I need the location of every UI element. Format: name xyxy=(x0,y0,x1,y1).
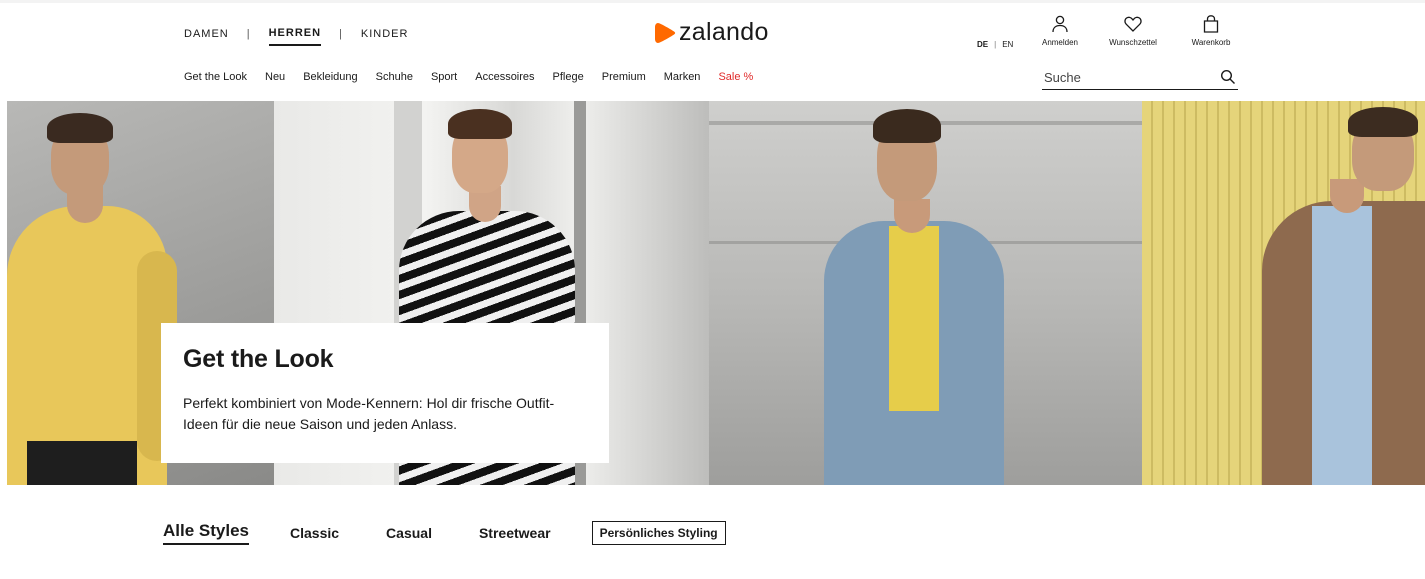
category-nav: Get the Look Neu Bekleidung Schuhe Sport… xyxy=(184,71,771,83)
search-icon[interactable] xyxy=(1220,69,1236,85)
logo-wordmark: zalando xyxy=(679,18,769,46)
zalando-logo-mark xyxy=(655,22,676,43)
tab-alle-styles[interactable]: Alle Styles xyxy=(163,521,249,545)
cart-label: Warenkorb xyxy=(1191,38,1231,47)
nav-item-neu[interactable]: Neu xyxy=(265,71,285,83)
nav-item-schuhe[interactable]: Schuhe xyxy=(376,71,413,83)
gender-nav: DAMEN | HERREN | KINDER xyxy=(184,27,408,46)
style-tabs: Alle Styles Classic Casual Streetwear Pe… xyxy=(163,521,726,545)
bag-icon xyxy=(1203,15,1219,33)
lang-de[interactable]: DE xyxy=(977,40,988,49)
heart-icon xyxy=(1124,16,1142,32)
tab-classic[interactable]: Classic xyxy=(290,525,339,541)
persoenliches-styling-button[interactable]: Persönliches Styling xyxy=(591,521,726,545)
nav-item-premium[interactable]: Premium xyxy=(602,71,646,83)
header-top-line xyxy=(0,0,1425,3)
cart-button[interactable]: Warenkorb xyxy=(1180,14,1242,47)
site-header: DAMEN | HERREN | KINDER zalando DE | EN … xyxy=(0,0,1425,101)
nav-item-get-the-look[interactable]: Get the Look xyxy=(184,71,247,83)
nav-item-pflege[interactable]: Pflege xyxy=(553,71,584,83)
lang-separator: | xyxy=(994,40,997,49)
tab-casual[interactable]: Casual xyxy=(386,525,432,541)
tab-streetwear[interactable]: Streetwear xyxy=(479,525,551,541)
gender-separator: | xyxy=(246,28,251,40)
gender-tab-damen[interactable]: DAMEN xyxy=(184,28,229,45)
nav-item-bekleidung[interactable]: Bekleidung xyxy=(303,71,357,83)
hero-text-card: Get the Look Perfekt kombiniert von Mode… xyxy=(161,323,609,463)
hero-description: Perfekt kombiniert von Mode-Kennern: Hol… xyxy=(183,395,555,432)
search-input[interactable] xyxy=(1042,70,1212,85)
login-label: Anmelden xyxy=(1041,38,1079,47)
wishlist-button[interactable]: Wunschzettel xyxy=(1101,14,1165,47)
nav-item-sport[interactable]: Sport xyxy=(431,71,457,83)
nav-item-sale[interactable]: Sale % xyxy=(718,71,753,83)
gender-separator: | xyxy=(339,28,343,40)
nav-item-marken[interactable]: Marken xyxy=(664,71,701,83)
login-button[interactable]: Anmelden xyxy=(1034,14,1086,47)
wishlist-label: Wunschzettel xyxy=(1109,38,1157,47)
nav-item-accessoires[interactable]: Accessoires xyxy=(475,71,534,83)
zalando-logo[interactable]: zalando xyxy=(654,18,769,47)
hero-image-brown-blazer xyxy=(1142,101,1425,485)
user-icon xyxy=(1052,15,1068,33)
language-switcher: DE | EN xyxy=(977,40,1013,49)
hero-image-denim-jacket xyxy=(709,101,1142,485)
hero-title: Get the Look xyxy=(183,345,334,373)
gender-tab-kinder[interactable]: KINDER xyxy=(361,28,409,45)
gender-tab-herren[interactable]: HERREN xyxy=(268,27,322,46)
lang-en[interactable]: EN xyxy=(1002,40,1013,49)
search-bar xyxy=(1042,66,1238,90)
